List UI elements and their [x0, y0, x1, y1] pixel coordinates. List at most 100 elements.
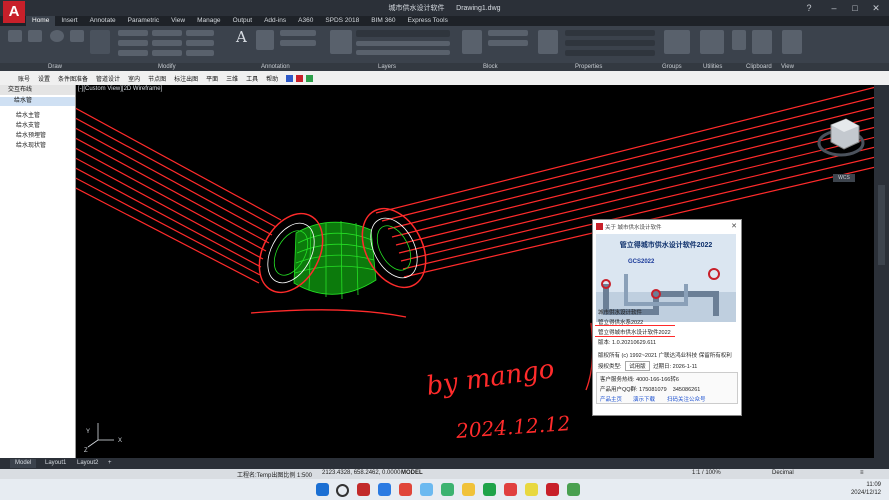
scale-tool-icon[interactable] [152, 50, 182, 56]
tab-view[interactable]: View [165, 16, 191, 26]
plugin-icon-2[interactable] [296, 74, 304, 82]
tab-output[interactable]: Output [227, 16, 259, 26]
menu-3d[interactable]: 三维 [222, 74, 242, 83]
customize-icon[interactable]: ≡ [860, 470, 864, 476]
measure-icon[interactable] [700, 30, 724, 54]
panel-modify[interactable]: Modify [158, 63, 176, 71]
tree-item-main-pipe[interactable]: 给水主管 [16, 110, 40, 119]
circle-tool-icon[interactable] [50, 30, 64, 42]
line-tool-icon[interactable] [8, 30, 22, 42]
autocad-logo-icon[interactable]: A [3, 1, 25, 23]
panel-annotation[interactable]: Annotation [261, 63, 290, 71]
fillet-tool-icon[interactable] [186, 40, 214, 46]
text-tool-icon[interactable]: A [236, 28, 247, 46]
tree-item-existing-pipe[interactable]: 给水现状管 [16, 140, 46, 149]
color-dropdown[interactable] [565, 30, 655, 36]
search-icon[interactable] [336, 484, 349, 497]
menu-indoor[interactable]: 室内 [124, 74, 144, 83]
tab-bim360[interactable]: BIM 360 [365, 16, 401, 26]
app-icon-yellow[interactable] [525, 483, 538, 496]
leader-tool-icon[interactable] [280, 30, 316, 36]
panel-clipboard[interactable]: Clipboard [746, 63, 772, 71]
tab-layout2[interactable]: Layout2 [72, 459, 103, 468]
link-demo-download[interactable]: 演示下载 [633, 395, 655, 403]
layer-tools-row-1[interactable] [356, 41, 450, 46]
copy-tool-icon[interactable] [118, 40, 148, 46]
menu-annotation-output[interactable]: 标注出图 [170, 74, 202, 83]
panel-utilities[interactable]: Utilities [703, 63, 722, 71]
group-icon[interactable] [664, 30, 690, 54]
app-icon-green[interactable] [441, 483, 454, 496]
browser-icon[interactable] [378, 483, 391, 496]
app-icon-red[interactable] [399, 483, 412, 496]
block-create-icon[interactable] [488, 30, 528, 36]
model-space-button[interactable]: MODEL [401, 470, 423, 476]
help-icon[interactable]: ? [800, 2, 818, 14]
tab-annotate[interactable]: Annotate [84, 16, 122, 26]
linetype-dropdown[interactable] [565, 40, 655, 46]
menu-pipe-design[interactable]: 管道设计 [92, 74, 124, 83]
menu-tools[interactable]: 工具 [242, 74, 262, 83]
autocad-taskbar-icon[interactable] [546, 483, 559, 496]
trim-tool-icon[interactable] [186, 30, 214, 36]
menu-settings[interactable]: 设置 [34, 74, 54, 83]
nav-tools[interactable] [878, 185, 885, 265]
draw-more-icon[interactable] [90, 30, 110, 54]
layer-tools-row-2[interactable] [356, 50, 450, 55]
stretch-tool-icon[interactable] [118, 50, 148, 56]
units-dropdown[interactable]: Decimal [772, 470, 794, 476]
panel-layers[interactable]: Layers [378, 63, 396, 71]
tree-group-water-pipe[interactable]: 给水管 [0, 97, 75, 106]
link-wechat[interactable]: 扫码关注公众号 [667, 395, 706, 403]
license-type-select[interactable]: 试用版 [625, 361, 650, 371]
app-icon-cad[interactable] [504, 483, 517, 496]
drawing-viewport[interactable]: [-][Custom View][2D Wireframe] Y X Z WCS… [76, 85, 874, 458]
dialog-close-icon[interactable]: ✕ [731, 222, 737, 230]
plugin-icon-1[interactable] [286, 74, 294, 82]
tab-express-tools[interactable]: Express Tools [402, 16, 454, 26]
calculator-icon[interactable] [732, 30, 746, 50]
close-button[interactable]: ✕ [867, 2, 885, 14]
panel-properties[interactable]: Properties [575, 63, 602, 71]
menu-node-drawing[interactable]: 节点图 [144, 74, 170, 83]
tab-layout1[interactable]: Layout1 [40, 459, 71, 468]
tab-spds[interactable]: SPDS 2018 [319, 16, 365, 26]
match-properties-icon[interactable] [538, 30, 558, 54]
tab-add-ins[interactable]: Add-ins [258, 16, 292, 26]
lineweight-dropdown[interactable] [565, 50, 655, 56]
rotate-tool-icon[interactable] [152, 30, 182, 36]
mirror-tool-icon[interactable] [152, 40, 182, 46]
paste-icon[interactable] [752, 30, 772, 54]
block-edit-icon[interactable] [488, 40, 528, 46]
tab-parametric[interactable]: Parametric [122, 16, 165, 26]
panel-view[interactable]: View [781, 63, 794, 71]
panel-block[interactable]: Block [483, 63, 498, 71]
tree-item-embedded-pipe[interactable]: 给水预埋管 [16, 130, 46, 139]
annotation-scale[interactable]: 1:1 / 100% [692, 470, 721, 476]
menu-account[interactable]: 账号 [14, 74, 34, 83]
dimension-tool-icon[interactable] [256, 30, 274, 50]
app-icon-blue[interactable] [420, 483, 433, 496]
maximize-button[interactable]: □ [846, 2, 864, 14]
add-layout-icon[interactable]: + [103, 459, 117, 468]
clock[interactable]: 11:09 2024/12/12 [851, 481, 881, 497]
tree-item-branch-pipe[interactable]: 给水支管 [16, 120, 40, 129]
tab-a360[interactable]: A360 [292, 16, 319, 26]
layer-properties-icon[interactable] [330, 30, 352, 54]
wcs-button[interactable]: WCS [833, 174, 855, 182]
plugin-icon-3[interactable] [306, 74, 314, 82]
menu-condition-prep[interactable]: 条件图准备 [54, 74, 92, 83]
tab-insert[interactable]: Insert [55, 16, 83, 26]
tab-home[interactable]: Home [26, 16, 56, 26]
polyline-tool-icon[interactable] [28, 30, 42, 42]
minimize-button[interactable]: – [825, 2, 843, 14]
arc-tool-icon[interactable] [70, 30, 84, 42]
link-product-home[interactable]: 产品主页 [600, 395, 622, 403]
app-icon-green-2[interactable] [567, 483, 580, 496]
insert-block-icon[interactable] [462, 30, 482, 54]
move-tool-icon[interactable] [118, 30, 148, 36]
panel-draw[interactable]: Draw [48, 63, 62, 71]
tab-manage[interactable]: Manage [191, 16, 227, 26]
panel-groups[interactable]: Groups [662, 63, 682, 71]
app-icon-wps[interactable] [357, 483, 370, 496]
